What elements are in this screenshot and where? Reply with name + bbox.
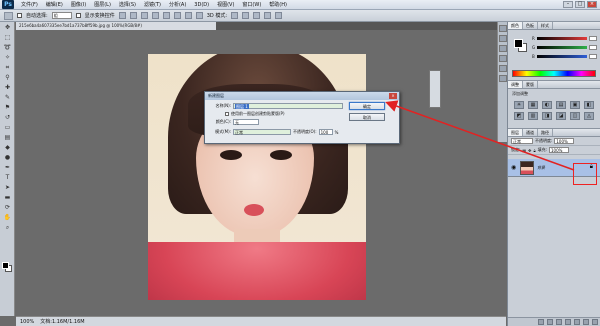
annotation-arrow (385, 100, 575, 171)
annotation-arrow-line (385, 100, 575, 171)
